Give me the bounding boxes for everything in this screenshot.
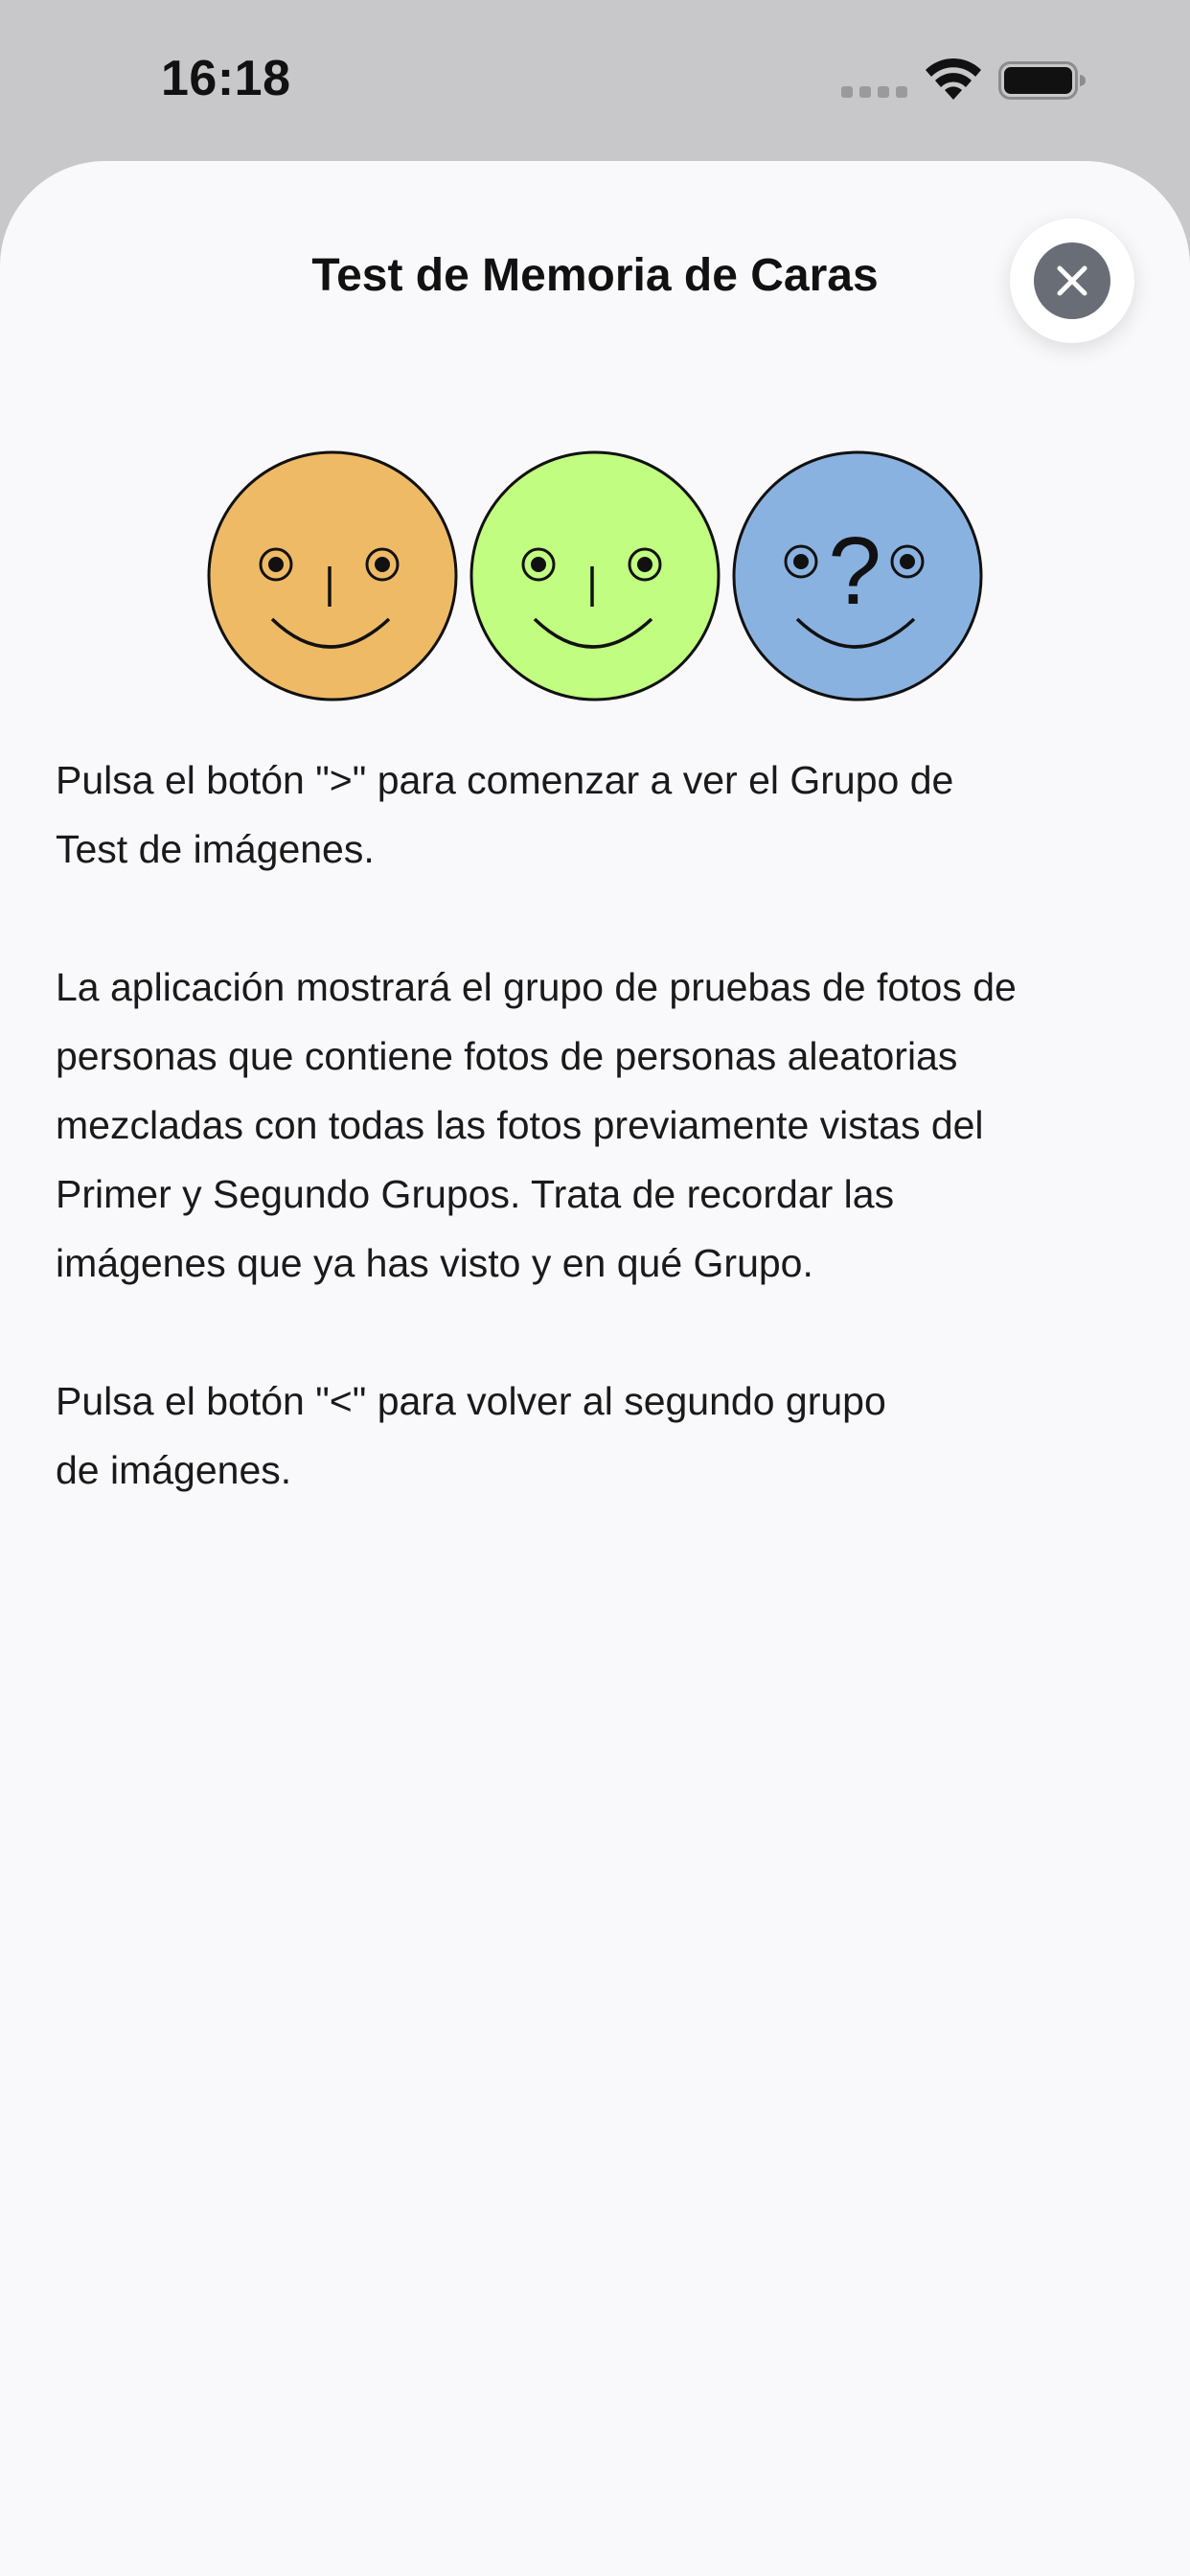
wifi-icon [926,58,981,100]
smiley-face-orange [207,450,458,702]
smiley-face-green [469,450,721,702]
status-bar: 16:18 [0,0,1190,163]
instruction-paragraph-back: Pulsa el botón "<" para volver al segund… [56,1379,886,1492]
face-circle [207,450,458,702]
battery-icon [998,61,1086,100]
status-time: 16:18 [161,51,291,106]
smiley-face-blue-question: ? [732,450,983,702]
close-button[interactable] [1010,218,1134,343]
close-button-circle [1034,242,1110,319]
face-circle [469,450,721,702]
faces-illustration: ? [205,448,985,707]
instructions-text: Pulsa el botón ">" para comenzar a ver e… [56,746,1138,1574]
modal-sheet: Test de Memoria de Caras ? Pulsa el botó… [0,161,1190,2576]
instruction-paragraph-start: Pulsa el botón ">" para comenzar a ver e… [56,758,954,871]
instruction-paragraph-description: La aplicación mostrará el grupo de prueb… [56,965,1017,1285]
cellular-signal-icon [841,86,907,98]
question-mark: ? [828,518,881,625]
close-icon [1057,265,1087,296]
